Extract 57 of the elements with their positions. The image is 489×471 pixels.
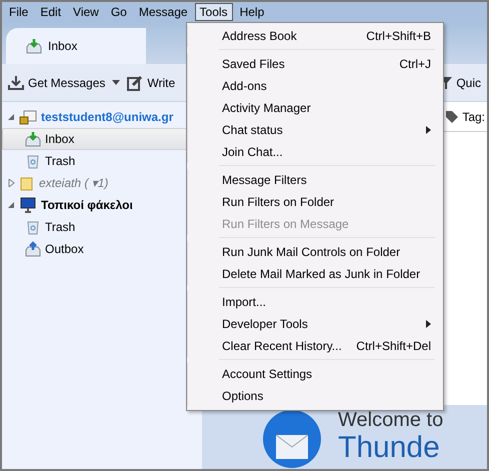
get-messages-button[interactable]: Get Messages <box>6 74 108 92</box>
menu-title[interactable]: Go <box>106 3 132 21</box>
tag-icon <box>446 110 458 122</box>
folder-icon <box>19 175 35 191</box>
tag-filter-button[interactable]: Tag: <box>444 108 487 126</box>
menu-item[interactable]: Run Junk Mail Controls on Folder <box>187 241 443 263</box>
menu-item[interactable]: Chat status <box>187 119 443 141</box>
folder-name: teststudent8@uniwa.gr <box>41 110 174 124</box>
shortcut-label: Ctrl+Shift+B <box>366 29 431 43</box>
menu-item[interactable]: Run Filters on Folder <box>187 191 443 213</box>
trash-icon <box>25 153 41 169</box>
menu-item[interactable]: Activity Manager <box>187 97 443 119</box>
download-icon <box>8 76 24 90</box>
computer-icon <box>19 197 37 213</box>
menu-title[interactable]: View <box>68 3 104 21</box>
expanded-icon[interactable] <box>7 201 15 209</box>
menu-item[interactable]: Import... <box>187 291 443 313</box>
menu-item[interactable]: Delete Mail Marked as Junk in Folder <box>187 263 443 285</box>
menu-item[interactable]: Join Chat... <box>187 141 443 163</box>
menu-item[interactable]: Account Settings <box>187 363 443 385</box>
submenu-arrow-icon <box>426 126 431 134</box>
menu-item[interactable]: Add-ons <box>187 75 443 97</box>
inbox-tab[interactable]: Inbox <box>6 28 146 64</box>
folder-name: Trash <box>45 220 76 234</box>
folder-name: Inbox <box>45 132 74 146</box>
trash-icon <box>25 219 41 235</box>
product-name: Thunde <box>338 431 441 464</box>
tab-label: Inbox <box>48 39 78 53</box>
submenu-arrow-icon <box>426 320 431 328</box>
menu-item[interactable]: Options <box>187 385 443 407</box>
caret-icon <box>112 80 120 85</box>
folder-name: Trash <box>45 154 76 168</box>
shortcut-label: Ctrl+Shift+Del <box>356 339 431 353</box>
menu-item[interactable]: Saved Files Ctrl+J <box>187 53 443 75</box>
menu-title[interactable]: Message <box>134 3 193 21</box>
folder-name: Outbox <box>45 242 84 256</box>
welcome-heading: Welcome to <box>338 409 444 431</box>
expanded-icon[interactable] <box>7 113 15 121</box>
folder-name: exteiath ( ▾1) <box>39 176 108 190</box>
dropdown-button[interactable] <box>110 78 122 87</box>
outbox-icon <box>25 241 41 257</box>
menu-title[interactable]: Tools <box>194 3 233 21</box>
menu-item[interactable]: Clear Recent History... Ctrl+Shift+Del <box>187 335 443 357</box>
inbox-icon <box>25 131 41 147</box>
pencil-icon <box>127 74 144 90</box>
menu-title[interactable]: File <box>4 3 34 21</box>
menu-item[interactable]: Developer Tools <box>187 313 443 335</box>
folder-name: Τοπικοί φάκελοι <box>41 198 133 212</box>
write-button[interactable]: Write <box>125 72 178 92</box>
menu-item[interactable]: Message Filters <box>187 169 443 191</box>
menu-title[interactable]: Edit <box>35 3 66 21</box>
menu-title[interactable]: Help <box>234 3 270 21</box>
shortcut-label: Ctrl+J <box>399 57 431 71</box>
inbox-icon <box>26 38 42 54</box>
menu-item[interactable]: Address Book Ctrl+Shift+B <box>187 25 443 47</box>
mail-account-icon <box>19 109 37 125</box>
collapsed-icon[interactable] <box>7 179 15 187</box>
